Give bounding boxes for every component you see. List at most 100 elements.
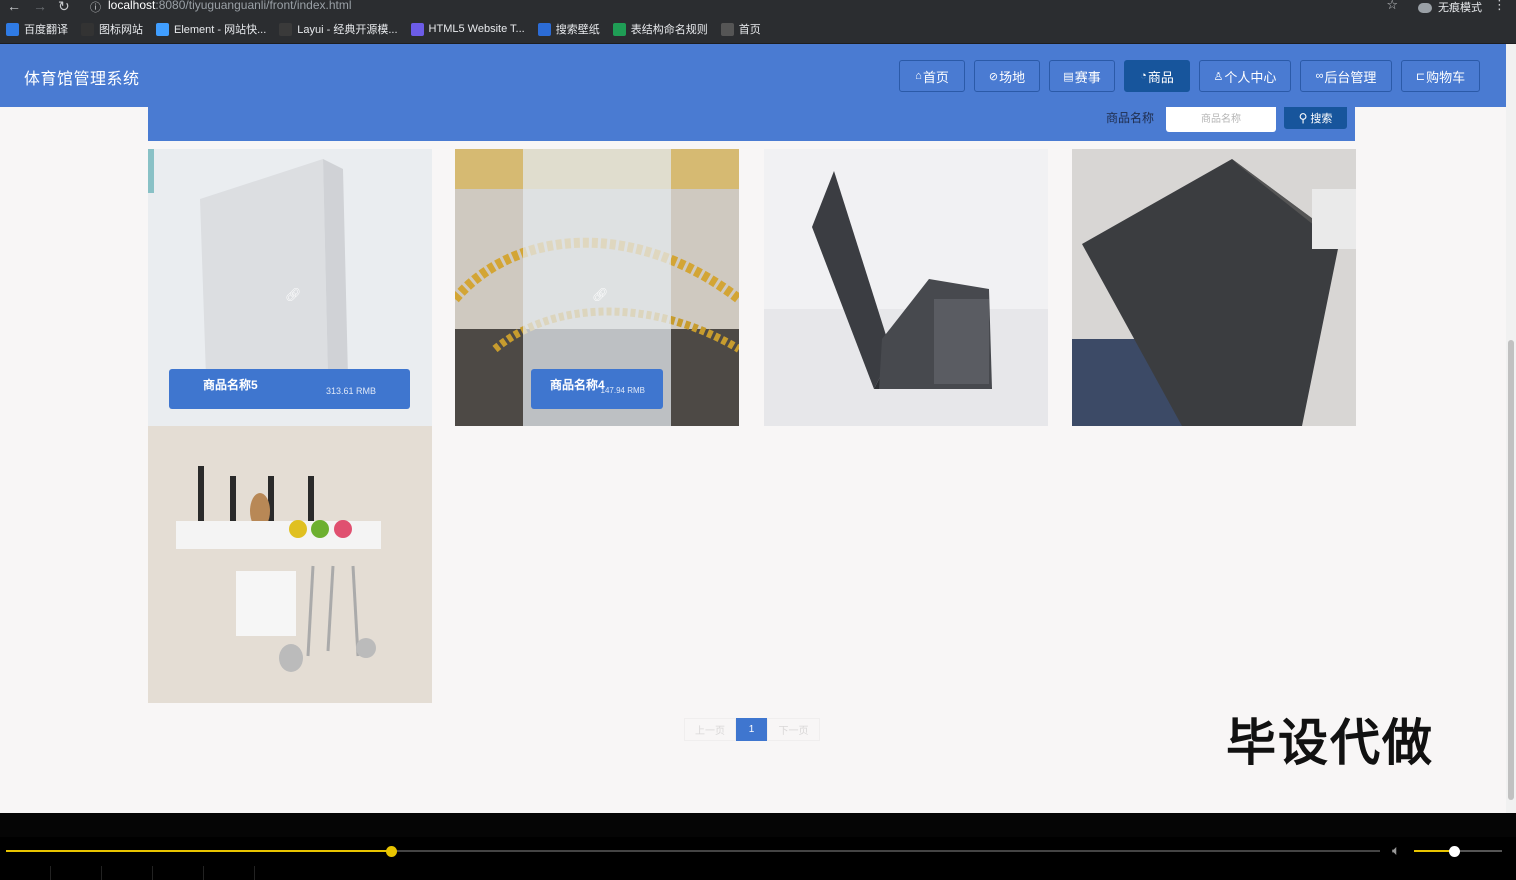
product-card[interactable]: 🔗︎ 商品名称4 147.94 RMB <box>455 149 739 426</box>
bookmark-star-icon[interactable]: ☆ <box>1386 0 1398 13</box>
volume-knob[interactable] <box>1448 846 1460 857</box>
bookmark-label: 首页 <box>738 24 761 36</box>
nav-item-event[interactable]: ▤ 赛事 <box>1049 60 1115 92</box>
bookmark-item[interactable]: Layui - 经典开源模... <box>279 21 398 37</box>
wallpaper-icon <box>537 22 551 36</box>
scrollbar-thumb[interactable] <box>1508 340 1514 800</box>
home-icon: ⌂ <box>915 70 922 82</box>
bookmark-item[interactable]: 搜索壁纸 <box>537 21 600 37</box>
venue-icon: ⊘ <box>988 70 999 83</box>
bookmark-label: 搜索壁纸 <box>555 24 600 36</box>
nav-item-user[interactable]: ♙ 个人中心 <box>1199 60 1291 92</box>
product-card[interactable] <box>1072 149 1356 426</box>
user-icon: ♙ <box>1213 70 1224 83</box>
bookmark-item[interactable]: 图标网站 <box>81 21 143 37</box>
nav-label: 赛事 <box>1074 69 1101 85</box>
back-icon[interactable]: ← <box>7 0 21 14</box>
prev-page-button[interactable]: 上一页 <box>684 718 736 741</box>
nav-label: 首页 <box>922 69 949 85</box>
bookmark-item[interactable]: 表结构命名规则 <box>612 21 708 37</box>
seek-progress <box>6 850 391 852</box>
nav-label: 个人中心 <box>1224 69 1277 85</box>
product-card[interactable]: 🔗︎ 商品名称5 313.61 RMB <box>148 149 432 426</box>
nav-item-home[interactable]: ⌂ 首页 <box>899 60 965 92</box>
bookmark-label: Element - 网站快... <box>174 24 267 36</box>
nav-label: 场地 <box>999 69 1026 85</box>
nav-label: 购物车 <box>1426 69 1466 85</box>
incognito-icon <box>1418 3 1432 14</box>
nav-label: 后台管理 <box>1324 69 1377 85</box>
forward-icon[interactable]: → <box>33 0 47 14</box>
player-top-band <box>0 813 1516 837</box>
browser-menu-icon[interactable]: ⋮ <box>1493 0 1506 13</box>
product-name: 商品名称4 <box>550 378 605 392</box>
sheet-icon <box>612 22 626 36</box>
bookmark-item[interactable]: 百度翻译 <box>6 21 68 37</box>
bookmark-label: 百度翻译 <box>24 24 68 36</box>
nav-item-goods[interactable]: ◔ 商品 <box>1124 60 1190 92</box>
globe-icon <box>720 22 734 36</box>
site-title: 体育馆管理系统 <box>24 71 140 88</box>
link-icon[interactable]: 🔗︎ <box>285 287 302 303</box>
main-nav: ⌂ 首页 ⊘ 场地 ▤ 赛事 ◔ 商品 ♙ 个人中心 ∞ 后台管理 ⊏ 购物车 <box>899 60 1489 92</box>
search-input[interactable] <box>1166 107 1276 132</box>
search-button[interactable]: ⚲ 搜索 <box>1284 107 1347 129</box>
product-image-laptop-open <box>764 149 1048 426</box>
nav-item-cart[interactable]: ⊏ 购物车 <box>1401 60 1480 92</box>
layui-icon <box>279 22 293 36</box>
element-icon <box>156 22 169 36</box>
url-field[interactable]: localhost:8080/tiyuguanguanli/front/inde… <box>108 0 352 12</box>
flag-icon <box>81 22 94 36</box>
translate-icon <box>6 22 19 36</box>
price-tag: 商品名称5 313.61 RMB <box>169 369 410 409</box>
goods-icon: ◔ <box>1140 70 1147 82</box>
bookmark-item[interactable]: HTML5 Website T... <box>410 22 525 36</box>
video-player-bar: 🔈︎ <box>0 813 1516 880</box>
link-icon[interactable]: 🔗︎ <box>592 287 609 303</box>
player-control[interactable] <box>0 866 51 880</box>
player-control[interactable] <box>204 866 255 880</box>
pagination: 上一页 1 下一页 <box>684 718 820 741</box>
info-icon[interactable]: ⓘ <box>90 0 101 15</box>
player-control[interactable] <box>51 866 102 880</box>
url-path: :8080/tiyuguanguanli/front/index.html <box>155 0 352 12</box>
url-host: localhost <box>108 0 156 12</box>
bookmarks-bar: 百度翻译 图标网站 Element - 网站快... Layui - 经典开源模...… <box>0 15 1516 44</box>
bookmark-label: Layui - 经典开源模... <box>297 24 398 36</box>
bookmark-label: 图标网站 <box>99 24 143 36</box>
product-price: 313.61 RMB <box>325 386 376 396</box>
bookmark-item[interactable]: 首页 <box>720 21 761 37</box>
volume-icon[interactable]: 🔈︎ <box>1392 842 1400 859</box>
browser-address-bar: ← → ↻ ⓘ localhost:8080/tiyuguanguanli/fr… <box>0 0 1516 15</box>
product-card[interactable] <box>764 149 1048 426</box>
player-control[interactable] <box>153 866 204 880</box>
price-tag: 商品名称4 147.94 RMB <box>531 369 663 409</box>
product-card[interactable] <box>148 426 432 703</box>
nav-item-link[interactable]: ∞ 后台管理 <box>1300 60 1392 92</box>
page-1-button[interactable]: 1 <box>736 718 767 741</box>
seek-track[interactable] <box>6 850 1380 852</box>
bookmark-item[interactable]: Element - 网站快... <box>156 21 266 37</box>
incognito-label: 无痕模式 <box>1438 2 1482 14</box>
search-icon: ⚲ <box>1298 111 1308 125</box>
event-icon: ▤ <box>1063 70 1074 83</box>
next-page-button[interactable]: 下一页 <box>767 718 820 741</box>
nav-item-venue[interactable]: ⊘ 场地 <box>974 60 1040 92</box>
product-price: 147.94 RMB <box>600 386 645 395</box>
player-controls <box>0 866 255 880</box>
vertical-scrollbar[interactable] <box>1506 44 1516 813</box>
site-header: 体育馆管理系统 ⌂ 首页 ⊘ 场地 ▤ 赛事 ◔ 商品 ♙ 个人中心 ∞ 后台管理 ⊏ 购物车 <box>0 44 1506 107</box>
seek-knob[interactable] <box>385 846 397 857</box>
link-icon: ∞ <box>1315 70 1324 82</box>
bookmark-label: 表结构命名规则 <box>630 24 708 36</box>
html5-icon <box>410 22 424 36</box>
watermark-text: 毕设代做 <box>1226 714 1434 772</box>
incognito-indicator[interactable]: 无痕模式 <box>1418 0 1482 15</box>
search-label: 商品名称 <box>1106 111 1155 125</box>
nav-label: 商品 <box>1147 69 1174 85</box>
product-image-laptop-closed <box>1072 149 1356 426</box>
search-bar: 商品名称 ⚲ 搜索 <box>148 107 1355 141</box>
product-image-kitchen-rack <box>148 426 432 703</box>
player-control[interactable] <box>102 866 153 880</box>
reload-icon[interactable]: ↻ <box>58 0 70 15</box>
